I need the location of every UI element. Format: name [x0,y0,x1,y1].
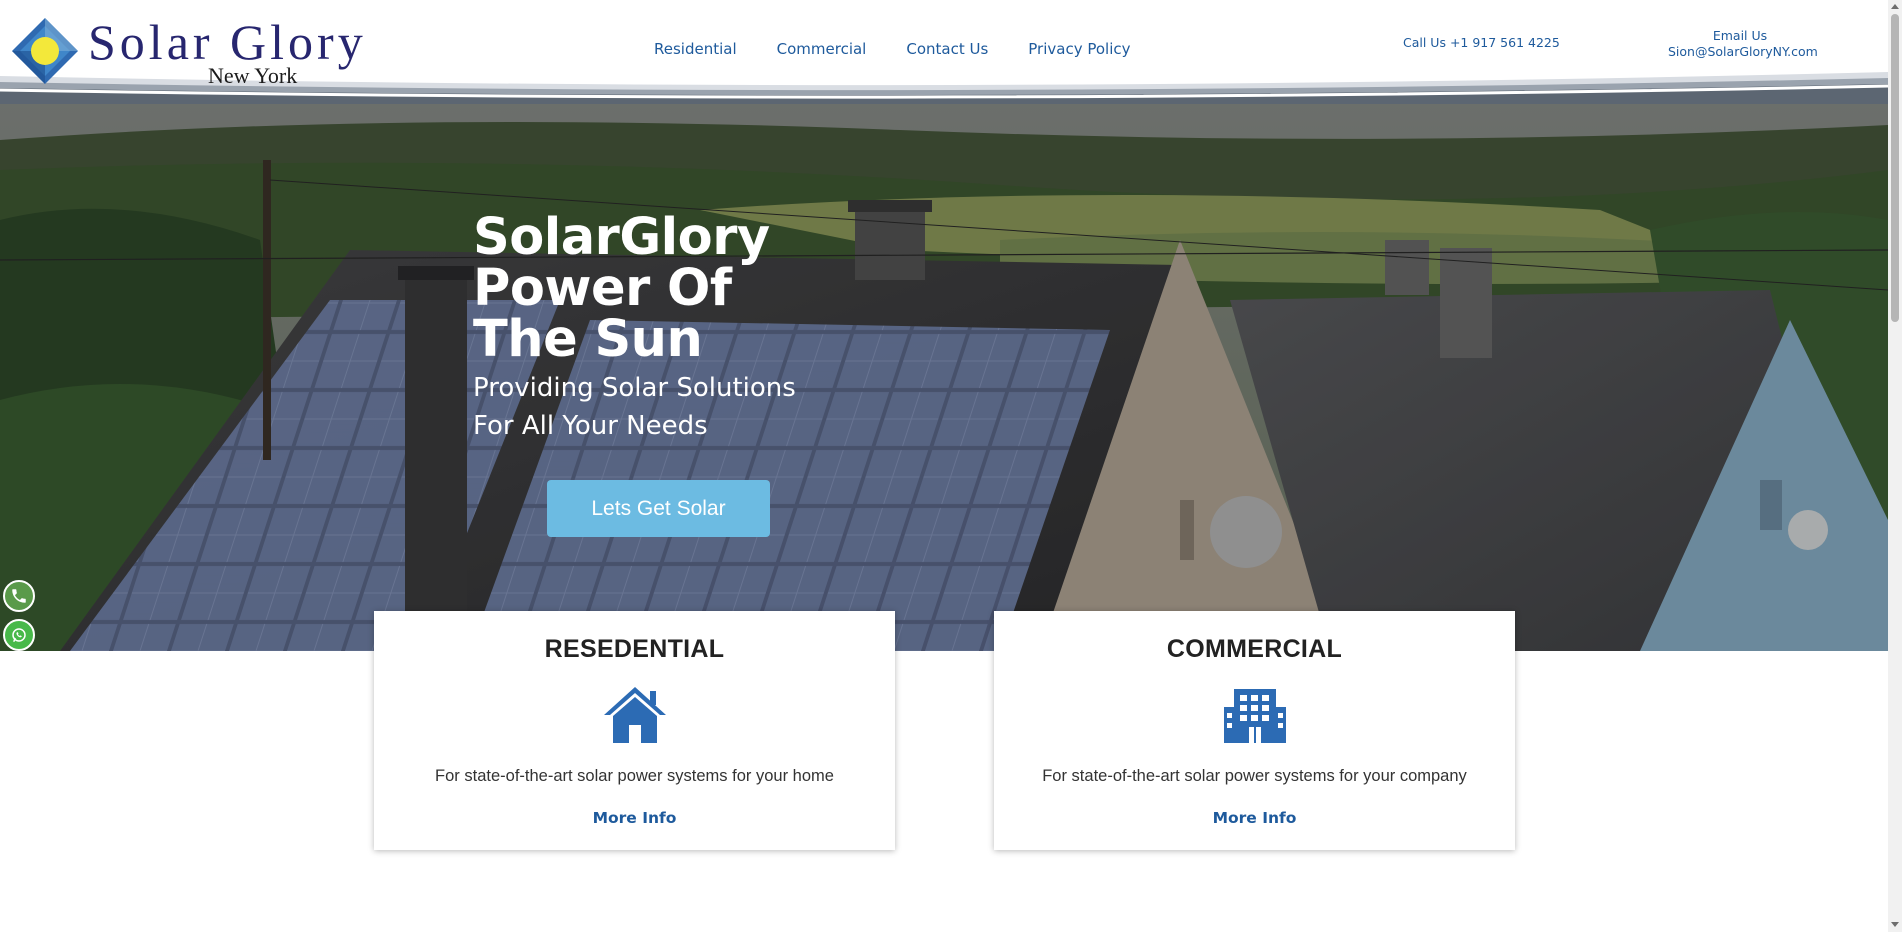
logo-mark-icon [12,18,78,84]
main-nav: Residential Commercial Contact Us Privac… [654,40,1131,58]
email-us-block[interactable]: Email Us Sion@SolarGloryNY.com [1668,28,1818,60]
residential-more-info-link[interactable]: More Info [593,809,677,827]
hero-subtitle-line-1: Providing Solar Solutions [473,373,796,403]
hero-section: SolarGlory Power Of The Sun Providing So… [0,100,1888,651]
commercial-more-info-link[interactable]: More Info [1213,809,1297,827]
nav-commercial[interactable]: Commercial [777,40,867,58]
site-header: Solar Glory New York Residential Commerc… [0,0,1888,104]
logo-city: New York [208,63,298,88]
building-icon [1223,689,1286,743]
scroll-up-arrow-icon[interactable] [1891,4,1899,9]
email-address[interactable]: Sion@SolarGloryNY.com [1668,44,1818,60]
hero-background-image [0,100,1888,651]
house-icon [603,687,666,743]
card-title: COMMERCIAL [1166,635,1343,663]
whatsapp-icon [12,628,26,643]
hero-title: SolarGlory Power Of The Sun [473,212,796,365]
hero-text: SolarGlory Power Of The Sun Providing So… [473,212,796,445]
page-scrollbar[interactable] [1888,0,1902,932]
card-description: For state-of-the-art solar power systems… [1042,767,1467,785]
scrollbar-thumb[interactable] [1891,14,1899,322]
hero-subtitle: Providing Solar Solutions For All Your N… [473,369,796,445]
commercial-card: COMMERCIAL For state-of-the-art solar po… [994,611,1515,850]
nav-privacy-policy[interactable]: Privacy Policy [1028,40,1130,58]
hero-title-line-2: Power Of [473,259,732,318]
scroll-down-arrow-icon[interactable] [1891,922,1899,927]
card-description: For state-of-the-art solar power systems… [435,767,834,785]
card-title: RESEDENTIAL [544,635,725,663]
call-us-link[interactable]: Call Us +1 917 561 4225 [1403,35,1560,50]
lets-get-solar-button[interactable]: Lets Get Solar [547,480,770,537]
phone-icon [12,589,26,603]
hero-subtitle-line-2: For All Your Needs [473,411,708,441]
nav-contact-us[interactable]: Contact Us [906,40,988,58]
site-logo[interactable]: Solar Glory New York [10,12,420,88]
email-label: Email Us [1712,28,1768,43]
residential-card: RESEDENTIAL For state-of-the-art solar p… [374,611,895,850]
nav-residential[interactable]: Residential [654,40,737,58]
floating-phone-button[interactable] [3,580,35,612]
hero-title-line-3: The Sun [473,310,703,369]
hero-title-line-1: SolarGlory [473,208,770,267]
floating-whatsapp-button[interactable] [3,619,35,651]
